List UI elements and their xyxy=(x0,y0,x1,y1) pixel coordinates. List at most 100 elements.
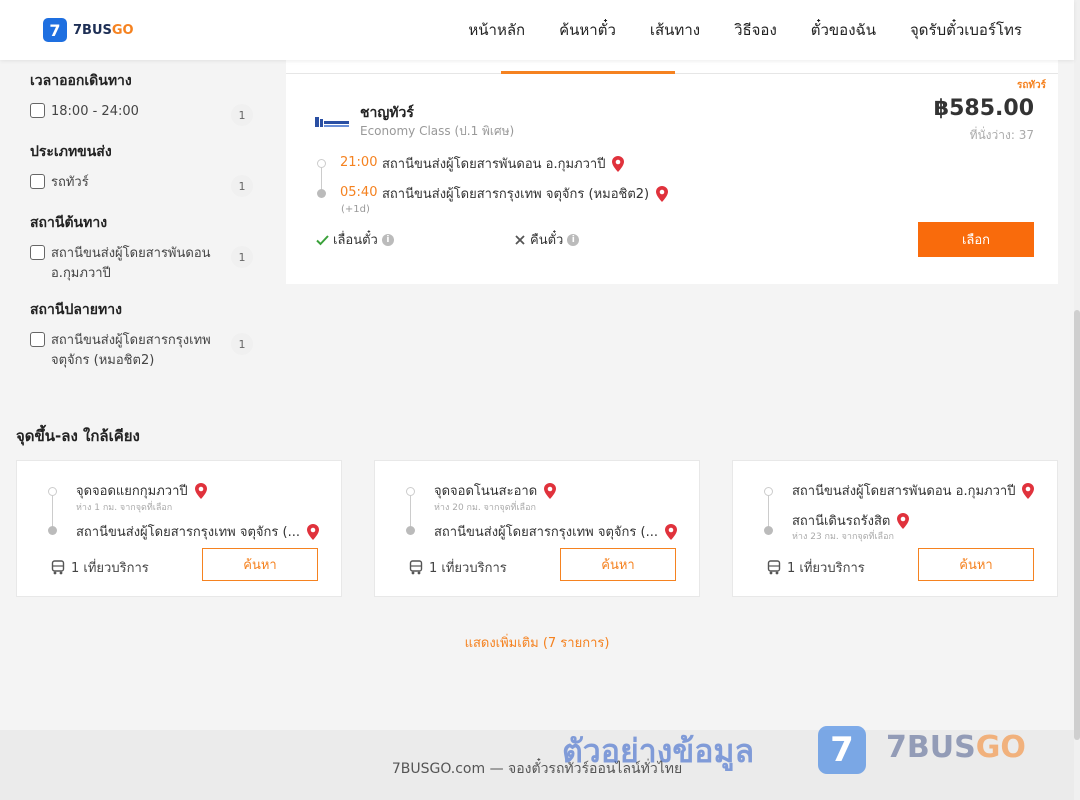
main-nav: หน้าหลัก ค้นหาตั๋ว เส้นทาง วิธีจอง ตั๋วข… xyxy=(468,0,1022,60)
map-pin-icon[interactable] xyxy=(543,482,557,499)
nearby-card: จุดจอดโนนสะอาด ห่าง 20 กม. จากจุดที่เลือ… xyxy=(374,460,700,597)
info-icon[interactable]: i xyxy=(381,233,394,246)
trip-result-card: รถทัวร์ ชาญทัวร์ Economy Class (ป.1 พิเศ… xyxy=(286,74,1058,284)
count-badge: 1 xyxy=(231,175,253,197)
nav-pickup-points[interactable]: จุดรับตั๋วเบอร์โทร xyxy=(910,18,1022,42)
to-dot xyxy=(48,526,57,535)
logo-text-accent: GO xyxy=(111,22,134,38)
logo-text: 7BUSGO xyxy=(73,23,134,38)
map-pin-icon[interactable] xyxy=(896,512,910,529)
next-day-label: (+1d) xyxy=(341,204,370,215)
timeline-line xyxy=(410,493,411,529)
from-dot xyxy=(764,487,773,496)
filter-destination: สถานีปลายทาง สถานีขนส่งผู้โดยสารกรุงเทพ … xyxy=(30,299,260,371)
filter-option-label: 18:00 - 24:00 xyxy=(51,104,139,119)
nearby-from-name: จุดจอดโนนสะอาด xyxy=(434,484,538,499)
map-pin-icon[interactable] xyxy=(194,482,208,499)
to-dot xyxy=(764,526,773,535)
filter-title: เวลาออกเดินทาง xyxy=(30,73,132,89)
watermark-brand-main: 7BUS xyxy=(886,730,976,765)
nearby-search-button[interactable]: ค้นหา xyxy=(202,548,318,581)
map-pin-icon[interactable] xyxy=(306,523,320,540)
watermark-brand: 7BUSGO xyxy=(886,730,1026,765)
filter-option-label: สถานีขนส่งผู้โดยสารกรุงเทพ จตุจักร (หมอช… xyxy=(51,333,211,368)
nearby-from-distance: ห่าง 20 กม. จากจุดที่เลือก xyxy=(434,503,536,513)
departure-station: สถานีขนส่งผู้โดยสารพันดอน อ.กุมภวาปี xyxy=(382,153,625,174)
filter-option[interactable]: สถานีขนส่งผู้โดยสารพันดอน อ.กุมภวาปี 1 xyxy=(30,244,260,284)
filter-option[interactable]: รถทัวร์ 1 xyxy=(30,173,260,197)
map-pin-icon[interactable] xyxy=(611,155,625,172)
nearby-to: สถานีขนส่งผู้โดยสารกรุงเทพ จตุจักร (... xyxy=(76,521,320,542)
nearby-card: จุดจอดแยกกุมภวาปี ห่าง 1 กม. จากจุดที่เล… xyxy=(16,460,342,597)
arrival-time: 05:40 xyxy=(340,185,378,200)
service-class: Economy Class (ป.1 พิเศษ) xyxy=(360,124,515,138)
timeline-line xyxy=(768,493,769,529)
show-more-link[interactable]: แสดงเพิ่มเติม (7 รายการ) xyxy=(0,632,1074,653)
filter-title: สถานีปลายทาง xyxy=(30,302,122,318)
map-pin-icon[interactable] xyxy=(1021,482,1035,499)
nav-how-to-book[interactable]: วิธีจอง xyxy=(734,18,777,42)
logo-badge: 7 xyxy=(43,18,67,42)
nearby-from-distance: ห่าง 1 กม. จากจุดที่เลือก xyxy=(76,503,173,513)
page-scrollbar-thumb[interactable] xyxy=(1074,310,1080,740)
filter-option-label: รถทัวร์ xyxy=(51,175,89,190)
checkbox[interactable] xyxy=(30,174,45,189)
nearby-to: สถานีเดินรถรังสิต xyxy=(792,510,910,531)
nearby-to-name: สถานีเดินรถรังสิต xyxy=(792,514,891,529)
filter-transport-type: ประเภทขนส่ง รถทัวร์ 1 xyxy=(30,141,260,197)
nearby-to-name: สถานีขนส่งผู้โดยสารกรุงเทพ จตุจักร (... xyxy=(434,525,658,540)
operator-logo-icon xyxy=(315,117,349,127)
nearby-trips-label: 1 เที่ยวบริการ xyxy=(71,561,149,576)
transport-tag: รถทัวร์ xyxy=(1016,80,1046,91)
nearby-section-title: จุดขึ้น-ลง ใกล้เคียง xyxy=(16,427,140,445)
site-logo[interactable]: 7 7BUSGO xyxy=(43,18,134,42)
nearby-card: สถานีขนส่งผู้โดยสารพันดอน อ.กุมภวาปี สถา… xyxy=(732,460,1058,597)
filter-origin: สถานีต้นทาง สถานีขนส่งผู้โดยสารพันดอน อ.… xyxy=(30,212,260,284)
nearby-trips-label: 1 เที่ยวบริการ xyxy=(429,561,507,576)
bus-icon xyxy=(51,560,65,575)
departure-station-name: สถานีขนส่งผู้โดยสารพันดอน อ.กุมภวาปี xyxy=(382,157,606,172)
nearby-to: สถานีขนส่งผู้โดยสารกรุงเทพ จตุจักร (... xyxy=(434,521,678,542)
map-pin-icon[interactable] xyxy=(655,185,669,202)
arrival-station: สถานีขนส่งผู้โดยสารกรุงเทพ จตุจักร (หมอช… xyxy=(382,183,669,204)
logo-text-main: 7BUS xyxy=(73,22,112,38)
nav-routes[interactable]: เส้นทาง xyxy=(650,18,700,42)
nearby-from: จุดจอดแยกกุมภวาปี xyxy=(76,480,208,501)
from-dot xyxy=(406,487,415,496)
nearby-search-button[interactable]: ค้นหา xyxy=(560,548,676,581)
filter-option[interactable]: 18:00 - 24:00 1 xyxy=(30,102,260,126)
watermark-logo-badge: 7 xyxy=(818,726,866,774)
sort-tabs xyxy=(286,60,1058,74)
check-icon xyxy=(316,234,329,245)
nearby-from: สถานีขนส่งผู้โดยสารพันดอน อ.กุมภวาปี xyxy=(792,480,1035,501)
nav-my-tickets[interactable]: ตั๋วของฉัน xyxy=(811,18,876,42)
nav-home[interactable]: หน้าหลัก xyxy=(468,18,525,42)
nearby-trips: 1 เที่ยวบริการ xyxy=(51,557,149,578)
count-badge: 1 xyxy=(231,104,253,126)
filter-title: ประเภทขนส่ง xyxy=(30,144,112,160)
feature-reschedule-label: เลื่อนตั๋ว xyxy=(333,233,378,248)
bus-icon xyxy=(767,560,781,575)
seats-available: ที่นั่งว่าง: 37 xyxy=(969,128,1034,142)
nav-search-ticket[interactable]: ค้นหาตั๋ว xyxy=(559,18,616,42)
nearby-trips: 1 เที่ยวบริการ xyxy=(767,557,865,578)
arrival-dot xyxy=(317,189,326,198)
filter-option[interactable]: สถานีขนส่งผู้โดยสารกรุงเทพ จตุจักร (หมอช… xyxy=(30,331,260,371)
nearby-trips-label: 1 เที่ยวบริการ xyxy=(787,561,865,576)
filter-title: สถานีต้นทาง xyxy=(30,215,108,231)
feature-refund: คืนตั๋ว i xyxy=(514,229,580,250)
select-trip-button[interactable]: เลือก xyxy=(918,222,1034,257)
nearby-search-button[interactable]: ค้นหา xyxy=(918,548,1034,581)
checkbox[interactable] xyxy=(30,103,45,118)
nearby-from-name: จุดจอดแยกกุมภวาปี xyxy=(76,484,188,499)
map-pin-icon[interactable] xyxy=(664,523,678,540)
feature-reschedule: เลื่อนตั๋ว i xyxy=(316,229,394,250)
count-badge: 1 xyxy=(231,246,253,268)
checkbox[interactable] xyxy=(30,245,45,260)
checkbox[interactable] xyxy=(30,332,45,347)
cross-icon xyxy=(515,234,525,245)
from-dot xyxy=(48,487,57,496)
info-icon[interactable]: i xyxy=(567,233,580,246)
operator-name: ชาญทัวร์ xyxy=(360,105,414,121)
bus-icon xyxy=(409,560,423,575)
